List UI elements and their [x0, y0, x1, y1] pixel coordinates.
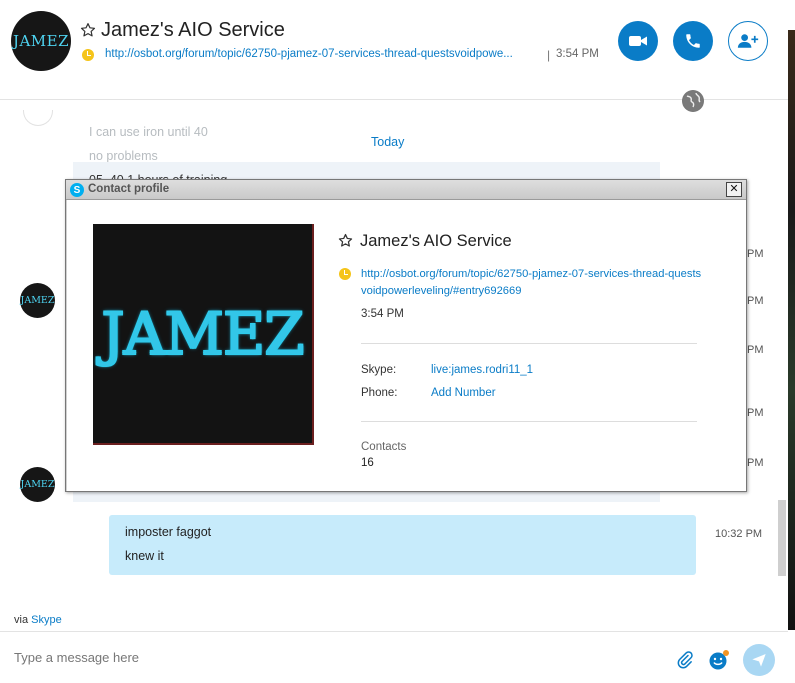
away-status-icon [82, 49, 94, 61]
date-divider: Today [371, 135, 405, 149]
message-text: imposter faggot [125, 525, 212, 539]
close-button[interactable]: ✕ [726, 182, 742, 197]
audio-call-button[interactable] [673, 21, 713, 61]
outgoing-message-bubble[interactable]: imposter faggot knew it [109, 515, 696, 575]
skype-logo-icon: S [70, 183, 84, 197]
contact-profile-dialog: S Contact profile ✕ JAMEZ Jamez's AIO Se… [65, 179, 747, 492]
local-time: 3:54 PM [556, 48, 599, 60]
avatar-text: JAMEZ [20, 295, 55, 306]
phone-icon [686, 34, 700, 48]
divider [361, 343, 697, 344]
avatar-text: JAMEZ [12, 32, 70, 50]
video-camera-icon [629, 36, 647, 46]
dialog-title: Contact profile [88, 183, 170, 195]
message-time: PM [747, 457, 764, 469]
profile-picture-text: JAMEZ [101, 299, 304, 368]
add-number-link[interactable]: Add Number [431, 387, 496, 399]
message-avatar[interactable]: JAMEZ [20, 283, 55, 318]
faded-message: no problems [89, 149, 158, 163]
profile-name: Jamez's AIO Service [360, 232, 512, 250]
faded-message: I can use iron until 40 [89, 125, 208, 139]
favorite-star-icon[interactable] [338, 233, 353, 248]
favorite-star-icon[interactable] [80, 22, 96, 38]
via-skype-label: via Skype [14, 614, 62, 626]
contact-name: Jamez's AIO Service [101, 19, 285, 41]
skype-id-value[interactable]: live:james.rodri11_1 [431, 364, 533, 376]
message-time: 10:32 PM [715, 528, 763, 540]
message-time: PM [747, 344, 764, 356]
add-people-button[interactable] [728, 21, 768, 61]
paperclip-icon[interactable] [676, 650, 694, 670]
via-prefix: via [14, 614, 29, 626]
message-text: knew it [125, 549, 164, 563]
contacts-label: Contacts [361, 441, 407, 453]
skype-window: JAMEZ Jamez's AIO Service http://osbot.o… [0, 0, 795, 683]
send-button[interactable] [743, 644, 775, 676]
mood-message-link[interactable]: http://osbot.org/forum/topic/62750-pjame… [105, 48, 513, 60]
globe-icon[interactable] [682, 90, 704, 112]
away-status-icon [339, 268, 351, 280]
partial-avatar [23, 110, 53, 126]
conversation-header: JAMEZ Jamez's AIO Service http://osbot.o… [0, 0, 788, 100]
divider [361, 421, 697, 422]
add-person-icon [737, 34, 759, 48]
skype-link[interactable]: Skype [31, 614, 62, 626]
emoticon-icon[interactable] [708, 649, 730, 671]
compose-bar [0, 631, 788, 683]
message-time: PM [747, 295, 764, 307]
dialog-titlebar[interactable]: S Contact profile ✕ [66, 180, 746, 200]
contact-avatar[interactable]: JAMEZ [11, 11, 71, 71]
background-window-edge [788, 30, 795, 630]
send-icon [752, 654, 766, 667]
dialog-body: JAMEZ Jamez's AIO Service http://osbot.o… [66, 200, 746, 491]
profile-local-time: 3:54 PM [361, 308, 404, 320]
profile-mood-link[interactable]: http://osbot.org/forum/topic/62750-pjame… [361, 266, 706, 300]
contacts-count: 16 [361, 457, 374, 469]
video-call-button[interactable] [618, 21, 658, 61]
message-input[interactable] [14, 650, 654, 665]
phone-label: Phone: [361, 387, 398, 399]
message-avatar[interactable]: JAMEZ [20, 467, 55, 502]
globe-shape [683, 91, 703, 111]
chat-scrollbar[interactable] [778, 500, 786, 576]
header-separator: | [547, 48, 551, 62]
profile-picture: JAMEZ [93, 224, 314, 445]
message-time: PM [747, 248, 764, 260]
message-time: PM [747, 407, 764, 419]
avatar-text: JAMEZ [20, 479, 55, 490]
skype-label: Skype: [361, 364, 397, 376]
